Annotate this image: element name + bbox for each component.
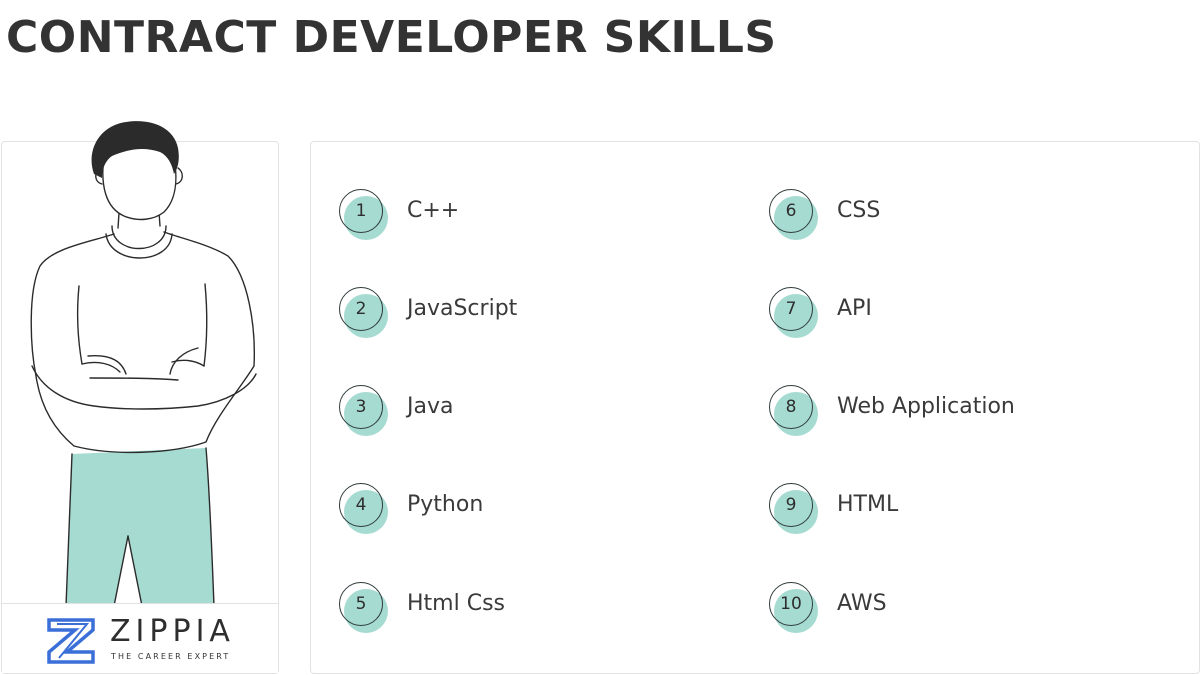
skill-item: 7 API [769,287,1149,339]
number-badge: 1 [339,189,391,241]
skill-label: API [837,296,872,321]
logo-tagline: THE CAREER EXPERT [111,652,231,661]
skill-item: 1 C++ [339,189,719,241]
number-badge: 10 [769,582,821,634]
skill-item: 9 HTML [769,483,1149,535]
skill-item: 3 Java [339,385,719,437]
skill-number: 10 [780,594,802,614]
skill-number: 3 [355,397,367,417]
skill-label: Web Application [837,394,1015,419]
number-badge: 6 [769,189,821,241]
skill-number: 7 [785,299,797,319]
skill-number: 2 [355,299,367,319]
skill-number: 1 [355,201,367,221]
skill-label: Python [407,492,484,517]
skill-item: 2 JavaScript [339,287,719,339]
skill-number: 5 [355,594,367,614]
skill-label: C++ [407,198,460,223]
skill-item: 6 CSS [769,189,1149,241]
illustration-card: ZIPPIA THE CAREER EXPERT [1,121,279,674]
number-badge: 9 [769,483,821,535]
number-badge: 5 [339,582,391,634]
skill-label: CSS [837,198,881,223]
skill-label: Html Css [407,591,505,616]
skill-item: 5 Html Css [339,582,719,634]
page-title: CONTRACT DEVELOPER SKILLS [6,12,777,63]
number-badge: 7 [769,287,821,339]
number-badge: 2 [339,287,391,339]
skill-number: 6 [785,201,797,221]
logo-bar: ZIPPIA THE CAREER EXPERT [2,603,278,673]
zippia-logo-icon [47,618,95,664]
skill-label: JavaScript [407,296,518,321]
person-illustration [30,121,257,606]
skills-card: 1 C++ 2 JavaScript 3 Java 4 Python 5 Htm… [310,141,1200,674]
number-badge: 8 [769,385,821,437]
logo-name: ZIPPIA [110,614,235,649]
number-badge: 3 [339,385,391,437]
skill-item: 4 Python [339,483,719,535]
skill-label: HTML [837,492,899,517]
number-badge: 4 [339,483,391,535]
skill-number: 9 [785,495,797,515]
skill-number: 4 [355,495,367,515]
skill-item: 8 Web Application [769,385,1149,437]
skill-item: 10 AWS [769,582,1149,634]
skill-label: Java [407,394,454,419]
skill-label: AWS [837,591,887,616]
skill-number: 8 [785,397,797,417]
